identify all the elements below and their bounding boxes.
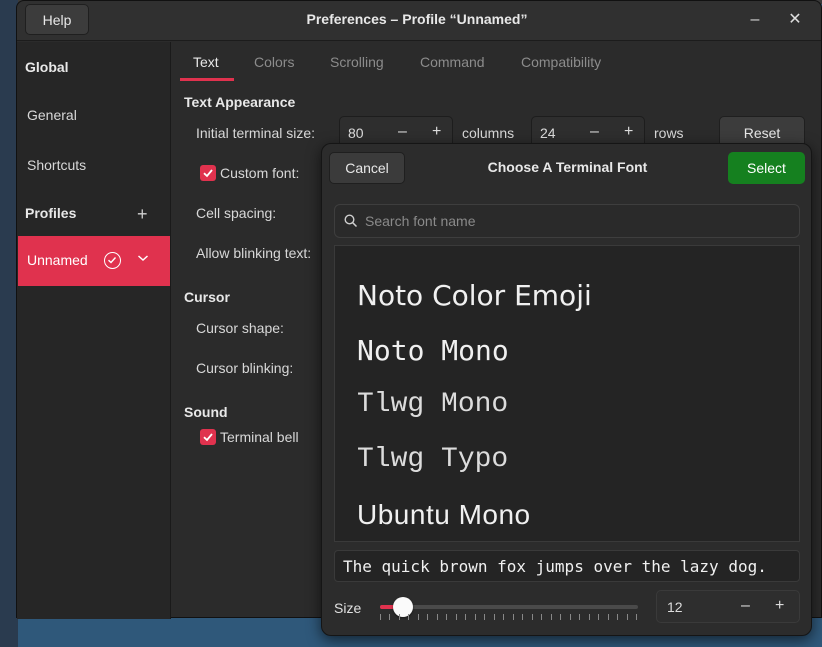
slider-tick <box>617 614 618 620</box>
allow-blinking-label: Allow blinking text: <box>196 245 312 261</box>
size-label: Size <box>334 600 362 616</box>
slider-tick <box>598 614 599 620</box>
size-spin[interactable]: 12 – + <box>656 590 800 623</box>
font-list-item[interactable]: Noto Color Emoji <box>357 279 592 312</box>
title-bar: Help Preferences – Profile “Unnamed” – ✕ <box>17 1 821 41</box>
tab-bar: Text Colors Scrolling Command Compatibil… <box>172 42 821 82</box>
profiles-heading: Profiles <box>25 205 77 221</box>
search-input[interactable] <box>365 211 785 231</box>
font-search[interactable] <box>334 204 800 238</box>
search-icon <box>344 214 358 228</box>
terminal-bell-checkbox[interactable] <box>200 429 216 445</box>
tab-colors[interactable]: Colors <box>254 54 294 70</box>
minimize-icon[interactable]: – <box>745 10 765 30</box>
sound-heading: Sound <box>184 404 228 420</box>
rows-label: rows <box>654 125 684 141</box>
text-appearance-heading: Text Appearance <box>184 94 296 110</box>
initial-size-label: Initial terminal size: <box>196 125 316 141</box>
font-list[interactable]: Noto Color Emoji Noto Mono Tlwg Mono Tlw… <box>334 245 800 542</box>
font-list-item[interactable]: Ubuntu Mono <box>357 499 531 531</box>
size-slider-ticks <box>380 614 638 622</box>
rows-value[interactable]: 24 <box>540 125 556 141</box>
slider-tick <box>418 614 419 620</box>
slider-tick <box>551 614 552 620</box>
slider-tick <box>570 614 571 620</box>
tab-scrolling[interactable]: Scrolling <box>330 54 384 70</box>
slider-tick <box>380 614 381 620</box>
slider-tick <box>532 614 533 620</box>
slider-tick <box>608 614 609 620</box>
close-icon[interactable]: ✕ <box>785 10 805 30</box>
slider-tick <box>465 614 466 620</box>
slider-tick <box>541 614 542 620</box>
plus-icon[interactable]: + <box>775 597 784 615</box>
custom-font-checkbox[interactable] <box>200 165 216 181</box>
slider-tick <box>503 614 504 620</box>
slider-tick <box>399 614 400 620</box>
slider-tick <box>579 614 580 620</box>
font-chooser-dialog: Cancel Choose A Terminal Font Select Not… <box>321 143 812 636</box>
slider-tick <box>427 614 428 620</box>
sidebar: Global General Shortcuts Profiles + Unna… <box>17 42 171 619</box>
minus-icon[interactable]: – <box>741 597 750 615</box>
columns-label: columns <box>462 125 515 141</box>
default-profile-check-icon <box>104 252 121 269</box>
slider-tick <box>446 614 447 620</box>
font-preview[interactable]: The quick brown fox jumps over the lazy … <box>334 550 800 582</box>
slider-tick <box>522 614 523 620</box>
tab-compatibility[interactable]: Compatibility <box>521 54 601 70</box>
cursor-heading: Cursor <box>184 289 230 305</box>
size-value[interactable]: 12 <box>667 599 683 615</box>
cursor-shape-label: Cursor shape: <box>196 320 284 336</box>
terminal-bell-label: Terminal bell <box>220 429 299 445</box>
sidebar-item-general[interactable]: General <box>27 107 77 123</box>
minus-icon[interactable]: – <box>590 123 599 141</box>
slider-tick <box>475 614 476 620</box>
tab-command[interactable]: Command <box>420 54 485 70</box>
slider-tick <box>408 614 409 620</box>
chevron-down-icon[interactable] <box>137 252 149 266</box>
cell-spacing-label: Cell spacing: <box>196 205 277 221</box>
sidebar-item-profile-unnamed[interactable]: Unnamed <box>18 236 170 286</box>
font-list-item[interactable]: Tlwg Mono <box>357 389 508 420</box>
profile-name: Unnamed <box>27 252 88 268</box>
plus-icon[interactable]: + <box>624 123 633 141</box>
columns-value[interactable]: 80 <box>348 125 364 141</box>
select-button[interactable]: Select <box>728 152 805 184</box>
slider-tick <box>636 614 637 620</box>
slider-tick <box>513 614 514 620</box>
slider-tick <box>560 614 561 620</box>
slider-tick <box>456 614 457 620</box>
tab-text[interactable]: Text <box>193 54 219 70</box>
slider-tick <box>494 614 495 620</box>
sidebar-item-shortcuts[interactable]: Shortcuts <box>27 157 86 173</box>
add-profile-icon[interactable]: + <box>137 204 148 225</box>
slider-tick <box>389 614 390 620</box>
custom-font-label: Custom font: <box>220 165 300 181</box>
active-tab-indicator <box>180 78 234 81</box>
cursor-blinking-label: Cursor blinking: <box>196 360 294 376</box>
slider-tick <box>484 614 485 620</box>
plus-icon[interactable]: + <box>432 123 441 141</box>
window-title: Preferences – Profile “Unnamed” <box>306 11 528 27</box>
slider-tick <box>437 614 438 620</box>
slider-tick <box>589 614 590 620</box>
font-list-item[interactable]: Noto Mono <box>357 334 509 367</box>
global-heading: Global <box>25 59 69 75</box>
minus-icon[interactable]: – <box>398 123 407 141</box>
size-slider[interactable] <box>380 605 638 609</box>
slider-tick <box>627 614 628 620</box>
font-list-item[interactable]: Tlwg Typo <box>357 444 508 475</box>
